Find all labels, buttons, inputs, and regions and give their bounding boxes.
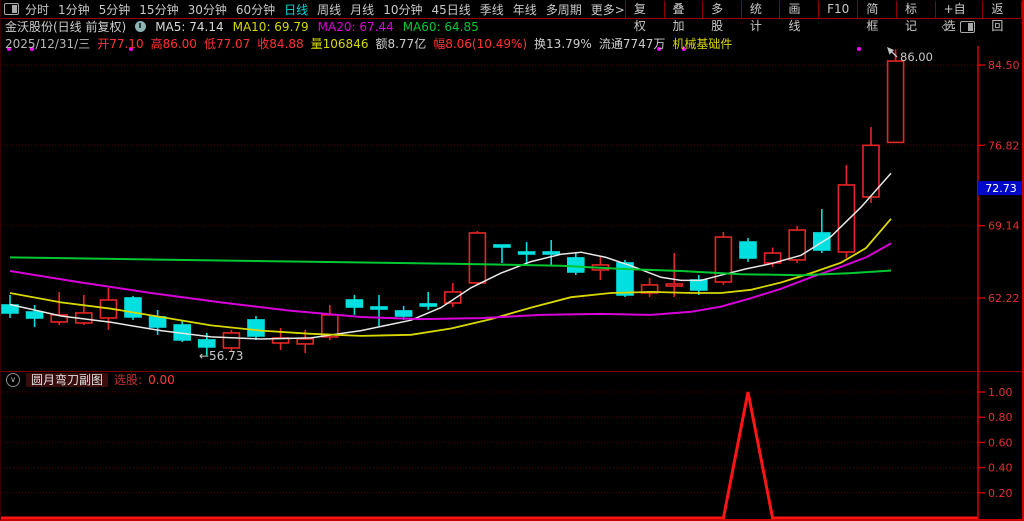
indicator-axis-label: 0.20 [988,487,1013,500]
ma10-value: MA10: 69.79 [233,20,309,34]
toolbar-menu: 复权叠加多股统计画线F10简框标记+自选返回 [625,0,1022,18]
low-annotation: ←56.73 [199,349,243,363]
indicator-select-value: 0.00 [148,373,175,387]
period-menu-item[interactable]: 日线 [284,1,308,18]
field-low: 低77.07 [204,35,250,52]
period-menu-item[interactable]: 5分钟 [99,1,131,18]
period-menu-item[interactable]: 月线 [350,1,374,18]
ma-lines [10,173,891,339]
period-menu-item[interactable]: 10分钟 [383,1,422,18]
candle [150,317,166,327]
svg-text:72.73: 72.73 [985,182,1017,195]
field-industry[interactable]: 机械基础件 [672,35,732,52]
field-high: 高86.00 [151,35,197,52]
candle [740,242,756,258]
candle [691,280,707,290]
field-open: 开77.10 [97,35,143,52]
candle [420,304,436,306]
trading-app-window: 分时 1分钟 5分钟 15分钟 30分钟 60分钟日线周线月线 10分钟 45日线季线年线多周… [0,0,1024,521]
period-menu-item[interactable]: 1分钟 [58,1,90,18]
indicator-panel-header: ∨ 圆月弯刀副图 选股: 0.00 [1,372,175,387]
ma60-value: MA60: 64.85 [403,20,479,34]
candle [568,258,584,272]
period-menu-item[interactable]: 更多> [591,1,625,18]
window-icon[interactable] [4,3,19,15]
candle [789,230,805,260]
candle [543,252,559,254]
period-menubar: 分时 1分钟 5分钟 15分钟 30分钟 60分钟日线周线月线 10分钟 45日线季线年线多周… [1,0,1022,19]
window-icon[interactable] [960,21,975,33]
ma-line-MA20 [10,243,891,319]
indicator-select-label: 选股: [114,371,142,388]
ma-values: MA5: 74.14 MA10: 69.79 MA20: 67.44 MA60: 64… [155,20,479,34]
toolbar-button[interactable]: 返回 [982,1,1022,18]
candle [199,340,215,347]
indicator-axis-label: 0.80 [988,411,1013,424]
period-menu-item[interactable]: 多周期 [546,1,582,18]
ohlc-info-bar: 2025/12/31/三开77.10 高86.00 低77.07 收84.88 量106… [1,35,1022,51]
current-price-marker: 72.73 [978,181,1024,195]
field-close: 收84.88 [257,35,303,52]
period-menu-item[interactable]: 季线 [480,1,504,18]
indicator-axis-label: 0.60 [988,436,1013,449]
ma5-value: MA5: 74.14 [155,20,223,34]
candle [371,307,387,309]
candle [494,245,510,247]
candle [248,320,264,336]
toolbar-button[interactable]: F10 [818,1,857,18]
candle [27,312,43,318]
field-date: 2025/12/31/三 [5,35,90,52]
price-axis-label: 69.14 [988,220,1020,233]
price-axis-label: 62.22 [988,292,1020,305]
candles [2,49,904,355]
stock-title: 金沃股份(日线 前复权) [5,18,126,35]
price-axis-label: 76.82 [988,139,1020,152]
candle [888,61,904,142]
ma20-value: MA20: 67.44 [318,20,394,34]
candle [445,292,461,303]
toolbar-button[interactable]: 画线 [779,1,818,18]
period-menu-item[interactable]: 60分钟 [236,1,275,18]
period-menu-item[interactable]: 45日线 [431,1,470,18]
candle [396,311,412,316]
candle [297,339,313,344]
high-annotation: 86.00 [900,50,933,64]
candle [346,300,362,307]
period-menu-item[interactable]: 分时 [25,1,49,18]
period-menu: 分时 1分钟 5分钟 15分钟 30分钟 60分钟日线周线月线 10分钟 45日线季线年线多周… [22,1,625,18]
price-axis-label: 84.50 [988,59,1020,72]
period-menu-item[interactable]: 15分钟 [139,1,178,18]
toolbar-button[interactable]: 标记 [896,1,935,18]
toolbar-button[interactable]: +自选 [935,1,983,18]
candle [838,185,854,252]
indicator-name[interactable]: 圆月弯刀副图 [26,373,108,387]
field-amount: 额8.77亿 [375,35,426,52]
candle [666,284,682,286]
period-menu-item[interactable]: 周线 [317,1,341,18]
period-menu-item[interactable]: 30分钟 [188,1,227,18]
grid-lines: 1.00 0.80 0.60 0.40 0.20 [1,386,1013,500]
toolbar-button[interactable]: 复权 [625,1,664,18]
candle [469,233,485,283]
collapse-icon[interactable]: ∨ [6,373,20,387]
toolbar-button[interactable]: 多股 [702,1,741,18]
indicator-axis-label: 0.40 [988,462,1013,475]
annotations: 86.00 ←56.73 [199,47,933,363]
candle [519,252,535,254]
indicator-axis-label: 1.00 [988,386,1013,399]
toolbar-button[interactable]: 叠加 [664,1,703,18]
field-volume: 量106846 [311,35,369,52]
candle [617,263,633,295]
toolbar-button[interactable]: 统计 [741,1,780,18]
field-turnover: 换13.79% [534,35,592,52]
main-candlestick-chart[interactable]: 84.50 76.82 69.14 62.22 72.73 86.00 ←56.73 [1,46,1024,371]
alarm-icon[interactable] [135,21,146,32]
candle [223,333,239,348]
indicator-chart[interactable]: 1.00 0.80 0.60 0.40 0.20 [1,371,1024,521]
field-change: 幅8.06(10.49%) [433,35,527,52]
indicator-line [1,392,978,518]
period-menu-item[interactable]: 年线 [513,1,537,18]
field-float-shares: 流通7747万 [599,35,666,52]
toolbar-button[interactable]: 简框 [857,1,896,18]
